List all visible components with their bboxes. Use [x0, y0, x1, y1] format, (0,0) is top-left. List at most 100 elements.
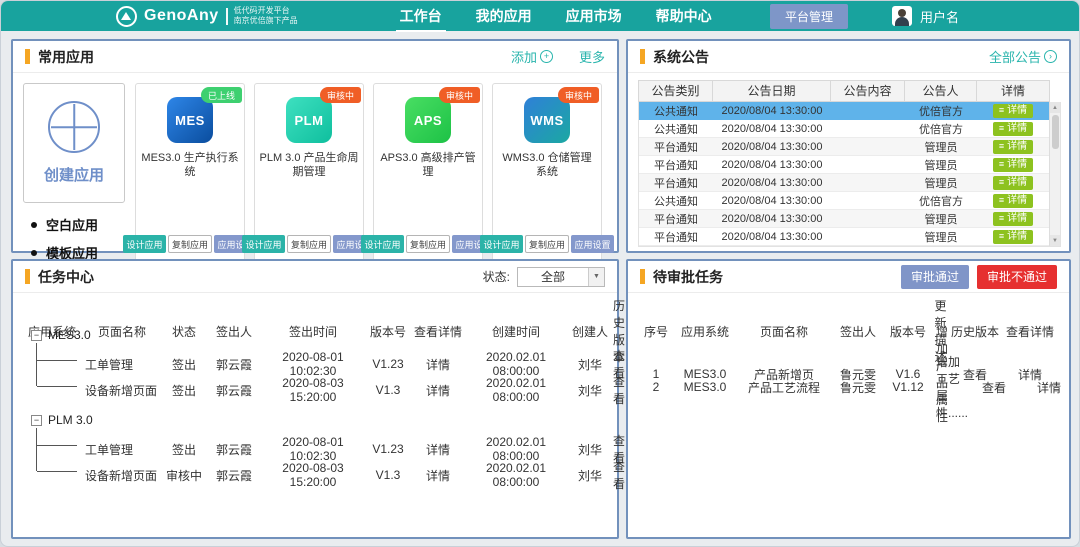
announcement-date: 2020/08/04 13:30:00 — [713, 105, 831, 117]
create-app-label: 创建应用 — [44, 164, 104, 185]
announcement-rows: 公共通知 2020/08/04 13:30:00 优倍官方 ≡ 详情 — [639, 102, 1049, 246]
task-center-panel: 任务中心 状态: 全部 ▼ 应用系统 页面名称 状态 签出人 签出时间 版本号 — [11, 259, 619, 539]
announcement-publisher: 管理员 — [905, 229, 977, 245]
history-link[interactable]: 查看 — [613, 458, 625, 492]
detail-link[interactable]: 详情 — [1020, 379, 1078, 396]
panel-title: 任务中心 — [38, 267, 94, 287]
app-card[interactable]: 审核中 APS APS3.0 高级排产管理 设计应用 复制应用 应用设置 — [373, 83, 483, 262]
plus-circle-icon: + — [540, 50, 553, 63]
checkout-by: 郭云霞 — [207, 356, 261, 373]
announcement-date: 2020/08/04 13:30:00 — [713, 231, 831, 243]
page-name: 产品工艺流程 — [736, 379, 832, 396]
more-link[interactable]: 更多 — [579, 47, 605, 66]
page-name: 设备新增页面 — [21, 467, 161, 484]
announcement-date: 2020/08/04 13:30:00 — [713, 195, 831, 207]
title-marker — [25, 49, 30, 64]
design-app-button[interactable]: 设计应用 — [480, 235, 523, 253]
copy-app-button[interactable]: 复制应用 — [287, 235, 331, 253]
app-card[interactable]: 审核中 WMS WMS3.0 仓储管理系统 设计应用 复制应用 应用设置 — [492, 83, 602, 262]
status-badge: 已上线 — [201, 87, 242, 103]
scrollbar-thumb[interactable] — [1052, 115, 1059, 149]
task-rows: 工单管理 签出 郭云霞 2020-08-01 10:02:30 V1.23 详情… — [21, 432, 609, 484]
table-scrollbar[interactable]: ▲ ▼ — [1049, 102, 1060, 246]
detail-link[interactable]: 详情 — [411, 467, 465, 484]
task-row: 工单管理 签出 郭云霞 2020-08-01 10:02:30 V1.23 详情… — [21, 432, 609, 458]
announcement-row[interactable]: 公共通知 2020/08/04 13:30:00 优倍官方 ≡ 详情 — [639, 120, 1049, 138]
detail-label: 详情 — [1007, 141, 1027, 153]
user-menu[interactable]: 用户名 — [892, 6, 959, 26]
announcement-row[interactable]: 公共通知 2020/08/04 13:30:00 优倍官方 ≡ 详情 — [639, 192, 1049, 210]
announcement-row[interactable]: 平台通知 2020/08/04 13:30:00 管理员 ≡ 详情 — [639, 228, 1049, 246]
user-avatar-icon[interactable] — [892, 6, 912, 26]
scroll-down-icon[interactable]: ▼ — [1050, 235, 1060, 246]
announcements-table-body: 公共通知 2020/08/04 13:30:00 优倍官方 ≡ 详情 — [638, 102, 1061, 247]
announcement-row[interactable]: 平台通知 2020/08/04 13:30:00 管理员 ≡ 详情 — [639, 210, 1049, 228]
approvals-header: 待审批任务 审批通过 审批不通过 — [628, 261, 1069, 293]
col-type: 公告类别 — [639, 81, 713, 101]
app-card[interactable]: 审核中 PLM PLM 3.0 产品生命周期管理 设计应用 复制应用 应用设置 — [254, 83, 364, 262]
announcements-header: 系统公告 全部公告 › — [628, 41, 1069, 73]
version: V1.23 — [365, 442, 411, 456]
announcements-panel: 系统公告 全部公告 › 公告类别 公告日期 公告内容 公告人 详情 — [626, 39, 1071, 253]
announcement-row[interactable]: 公共通知 2020/08/04 13:30:00 优倍官方 ≡ 详情 — [639, 102, 1049, 120]
tagline-line1: 低代码开发平台 — [234, 6, 298, 16]
create-option[interactable]: 空白应用 — [31, 215, 125, 234]
detail-link[interactable]: 详情 — [411, 356, 465, 373]
design-app-button[interactable]: 设计应用 — [361, 235, 404, 253]
task-status: 签出 — [161, 382, 207, 399]
approve-button[interactable]: 审批通过 — [901, 265, 969, 289]
task-table-header: 应用系统 页面名称 状态 签出人 签出时间 版本号 查看详情 创建时间 创建人 … — [21, 297, 609, 323]
history-link[interactable]: 查看 — [613, 373, 625, 407]
announcement-detail-button[interactable]: ≡ 详情 — [993, 140, 1033, 154]
collapse-icon[interactable]: − — [31, 330, 42, 341]
app-icon: PLM — [286, 97, 332, 143]
design-app-button[interactable]: 设计应用 — [123, 235, 166, 253]
announcement-detail-button[interactable]: ≡ 详情 — [993, 194, 1033, 208]
page-name: 设备新增页面 — [21, 382, 161, 399]
history-link[interactable]: 查看 — [968, 379, 1020, 396]
page-name: 工单管理 — [21, 356, 161, 373]
all-announcements-link[interactable]: 全部公告 › — [989, 47, 1057, 66]
announcement-row[interactable]: 平台通知 2020/08/04 13:30:00 管理员 ≡ 详情 — [639, 156, 1049, 174]
app-name: PLM 3.0 产品生命周期管理 — [259, 151, 359, 179]
panel-title: 待审批任务 — [653, 267, 723, 287]
collapse-icon[interactable]: − — [31, 415, 42, 426]
scroll-up-icon[interactable]: ▲ — [1050, 102, 1060, 113]
detail-label: 详情 — [1007, 123, 1027, 135]
announcement-detail-button[interactable]: ≡ 详情 — [993, 122, 1033, 136]
detail-link[interactable]: 详情 — [411, 382, 465, 399]
announcement-detail-button[interactable]: ≡ 详情 — [993, 230, 1033, 244]
create-app-card[interactable]: 创建应用 — [23, 83, 125, 203]
reject-button[interactable]: 审批不通过 — [977, 265, 1057, 289]
nav-item[interactable]: 应用市场 — [564, 3, 624, 29]
announcement-row[interactable]: 平台通知 2020/08/04 13:30:00 管理员 ≡ 详情 — [639, 138, 1049, 156]
all-announcements-label: 全部公告 — [989, 47, 1041, 66]
nav-item[interactable]: 帮助中心 — [654, 3, 714, 29]
copy-app-button[interactable]: 复制应用 — [406, 235, 450, 253]
status-badge: 审核中 — [320, 87, 361, 103]
nav-item[interactable]: 我的应用 — [474, 3, 534, 29]
announcement-detail-button[interactable]: ≡ 详情 — [993, 176, 1033, 190]
nav-item[interactable]: 工作台 — [398, 3, 444, 29]
design-app-button[interactable]: 设计应用 — [242, 235, 285, 253]
announcement-detail-button[interactable]: ≡ 详情 — [993, 158, 1033, 172]
task-row: 工单管理 签出 郭云霞 2020-08-01 10:02:30 V1.23 详情… — [21, 347, 609, 373]
detail-link[interactable]: 详情 — [411, 441, 465, 458]
platform-admin-button[interactable]: 平台管理 — [770, 4, 848, 29]
task-group-row[interactable]: − PLM 3.0 — [21, 408, 609, 432]
chevron-down-icon[interactable]: ▼ — [588, 268, 604, 286]
announcement-detail-button[interactable]: ≡ 详情 — [993, 104, 1033, 118]
add-app-link[interactable]: 添加 + — [511, 47, 553, 66]
app-card[interactable]: 已上线 MES MES3.0 生产执行系统 设计应用 复制应用 应用设置 — [135, 83, 245, 262]
page-name: 工单管理 — [21, 441, 161, 458]
status-select[interactable]: 全部 ▼ — [517, 267, 605, 287]
announcement-row[interactable]: 平台通知 2020/08/04 13:30:00 管理员 ≡ 详情 — [639, 174, 1049, 192]
announcement-detail-button[interactable]: ≡ 详情 — [993, 212, 1033, 226]
announcement-date: 2020/08/04 13:30:00 — [713, 177, 831, 189]
copy-app-button[interactable]: 复制应用 — [525, 235, 569, 253]
copy-app-button[interactable]: 复制应用 — [168, 235, 212, 253]
app-card-list: 已上线 MES MES3.0 生产执行系统 设计应用 复制应用 应用设置 审核中… — [135, 83, 602, 262]
announcement-type: 平台通知 — [639, 139, 713, 155]
create-options: 空白应用模板应用 — [31, 215, 125, 262]
app-settings-button[interactable]: 应用设置 — [571, 235, 614, 253]
